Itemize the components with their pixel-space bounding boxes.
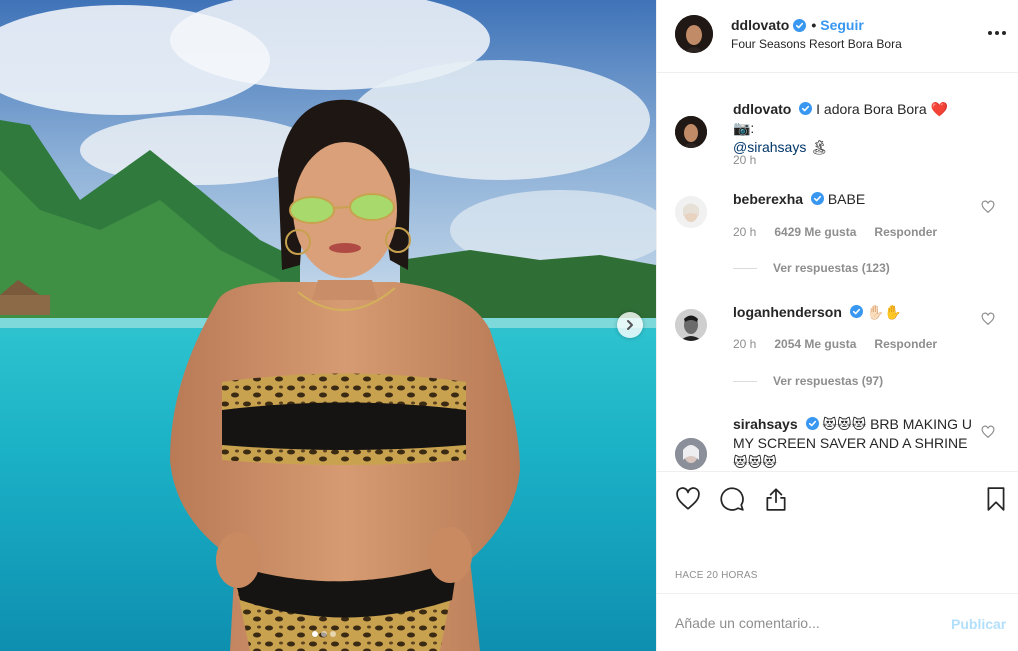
like-comment-heart-icon[interactable] (981, 312, 995, 326)
avatar-image (675, 15, 713, 53)
view-replies-label: Ver respuestas (97) (773, 374, 884, 388)
replies-divider (733, 380, 757, 382)
comment-text: ✋🏻✋ (866, 304, 902, 320)
add-comment-bar: Publicar (657, 593, 1018, 651)
avatar-image (675, 116, 707, 148)
view-replies-button[interactable]: Ver respuestas (123) (733, 261, 890, 275)
carousel-dot (312, 631, 318, 637)
comments-list[interactable]: ddlovato I adora Bora Bora ❤️ 📷: @sirahs… (657, 74, 1018, 471)
comment-username[interactable]: loganhenderson (733, 304, 842, 320)
caption-username[interactable]: ddlovato (733, 101, 791, 117)
like-comment-heart-icon[interactable] (981, 200, 995, 214)
verified-badge-icon (793, 18, 807, 32)
author-line: ddlovato • Seguir (731, 17, 864, 33)
follow-button[interactable]: Seguir (820, 17, 864, 33)
bookmark-icon[interactable] (983, 486, 1009, 512)
post-side-panel: ddlovato • Seguir Four Seasons Resort Bo… (656, 0, 1018, 651)
comment: beberexha BABE (733, 190, 973, 209)
like-comment-heart-icon[interactable] (981, 425, 995, 439)
comment-avatar[interactable] (675, 438, 707, 470)
share-icon[interactable] (763, 486, 789, 512)
comment-input[interactable] (675, 612, 935, 634)
verified-badge-icon (805, 417, 819, 430)
caption-avatar[interactable] (675, 116, 707, 148)
avatar-image (675, 309, 707, 341)
avatar-image (675, 196, 707, 228)
post-view: ddlovato • Seguir Four Seasons Resort Bo… (0, 0, 1018, 651)
location-link[interactable]: Four Seasons Resort Bora Bora (731, 37, 902, 51)
post-actions: HACE 20 HORAS (657, 471, 1018, 593)
comment-avatar[interactable] (675, 309, 707, 341)
more-dot-icon (988, 31, 992, 35)
more-dot-icon (995, 31, 999, 35)
comment-meta: 20 h 6429 Me gusta Responder (733, 225, 937, 239)
more-dot-icon (1002, 31, 1006, 35)
verified-badge-icon (799, 102, 813, 115)
comment-username[interactable]: sirahsays (733, 416, 798, 432)
post-timestamp[interactable]: HACE 20 HORAS (675, 570, 758, 581)
carousel-dot (321, 631, 327, 637)
comment-time[interactable]: 20 h (733, 225, 756, 239)
view-replies-label: Ver respuestas (123) (773, 261, 890, 275)
comment-avatar[interactable] (675, 196, 707, 228)
caption-emoji: 🏝 (810, 139, 829, 155)
caption: ddlovato I adora Bora Bora ❤️ 📷: @sirahs… (733, 100, 973, 157)
reply-button[interactable]: Responder (874, 225, 937, 239)
verified-badge-icon (810, 192, 824, 205)
comment-time[interactable]: 20 h (733, 337, 756, 351)
view-replies-button[interactable]: Ver respuestas (97) (733, 374, 883, 388)
comment-meta: 20 h 2054 Me gusta Responder (733, 337, 937, 351)
replies-divider (733, 267, 757, 269)
photo-image (0, 0, 656, 651)
comment-likes[interactable]: 2054 Me gusta (774, 337, 856, 351)
comment: sirahsays 😻😻😻 BRB MAKING U MY SCREEN SAV… (733, 415, 973, 471)
chevron-right-icon (627, 320, 633, 330)
post-header: ddlovato • Seguir Four Seasons Resort Bo… (657, 0, 1018, 73)
author-avatar[interactable] (675, 15, 713, 53)
comment: loganhenderson ✋🏻✋ (733, 303, 973, 322)
comment-bubble-icon[interactable] (719, 486, 745, 512)
publish-button[interactable]: Publicar (951, 616, 1006, 632)
verified-badge-icon (849, 305, 863, 318)
next-slide-button[interactable] (617, 312, 643, 338)
comment-text: BABE (827, 191, 866, 207)
carousel-dot (330, 631, 336, 637)
caption-time[interactable]: 20 h (733, 153, 756, 167)
carousel-indicator (312, 631, 336, 637)
separator-dot: • (811, 17, 817, 33)
comment-likes[interactable]: 6429 Me gusta (774, 225, 856, 239)
like-heart-icon[interactable] (675, 486, 701, 512)
post-photo[interactable] (0, 0, 656, 651)
author-username[interactable]: ddlovato (731, 17, 789, 33)
reply-button[interactable]: Responder (874, 337, 937, 351)
comment-username[interactable]: beberexha (733, 191, 803, 207)
avatar-image (675, 438, 707, 470)
more-options-button[interactable] (988, 31, 1006, 35)
